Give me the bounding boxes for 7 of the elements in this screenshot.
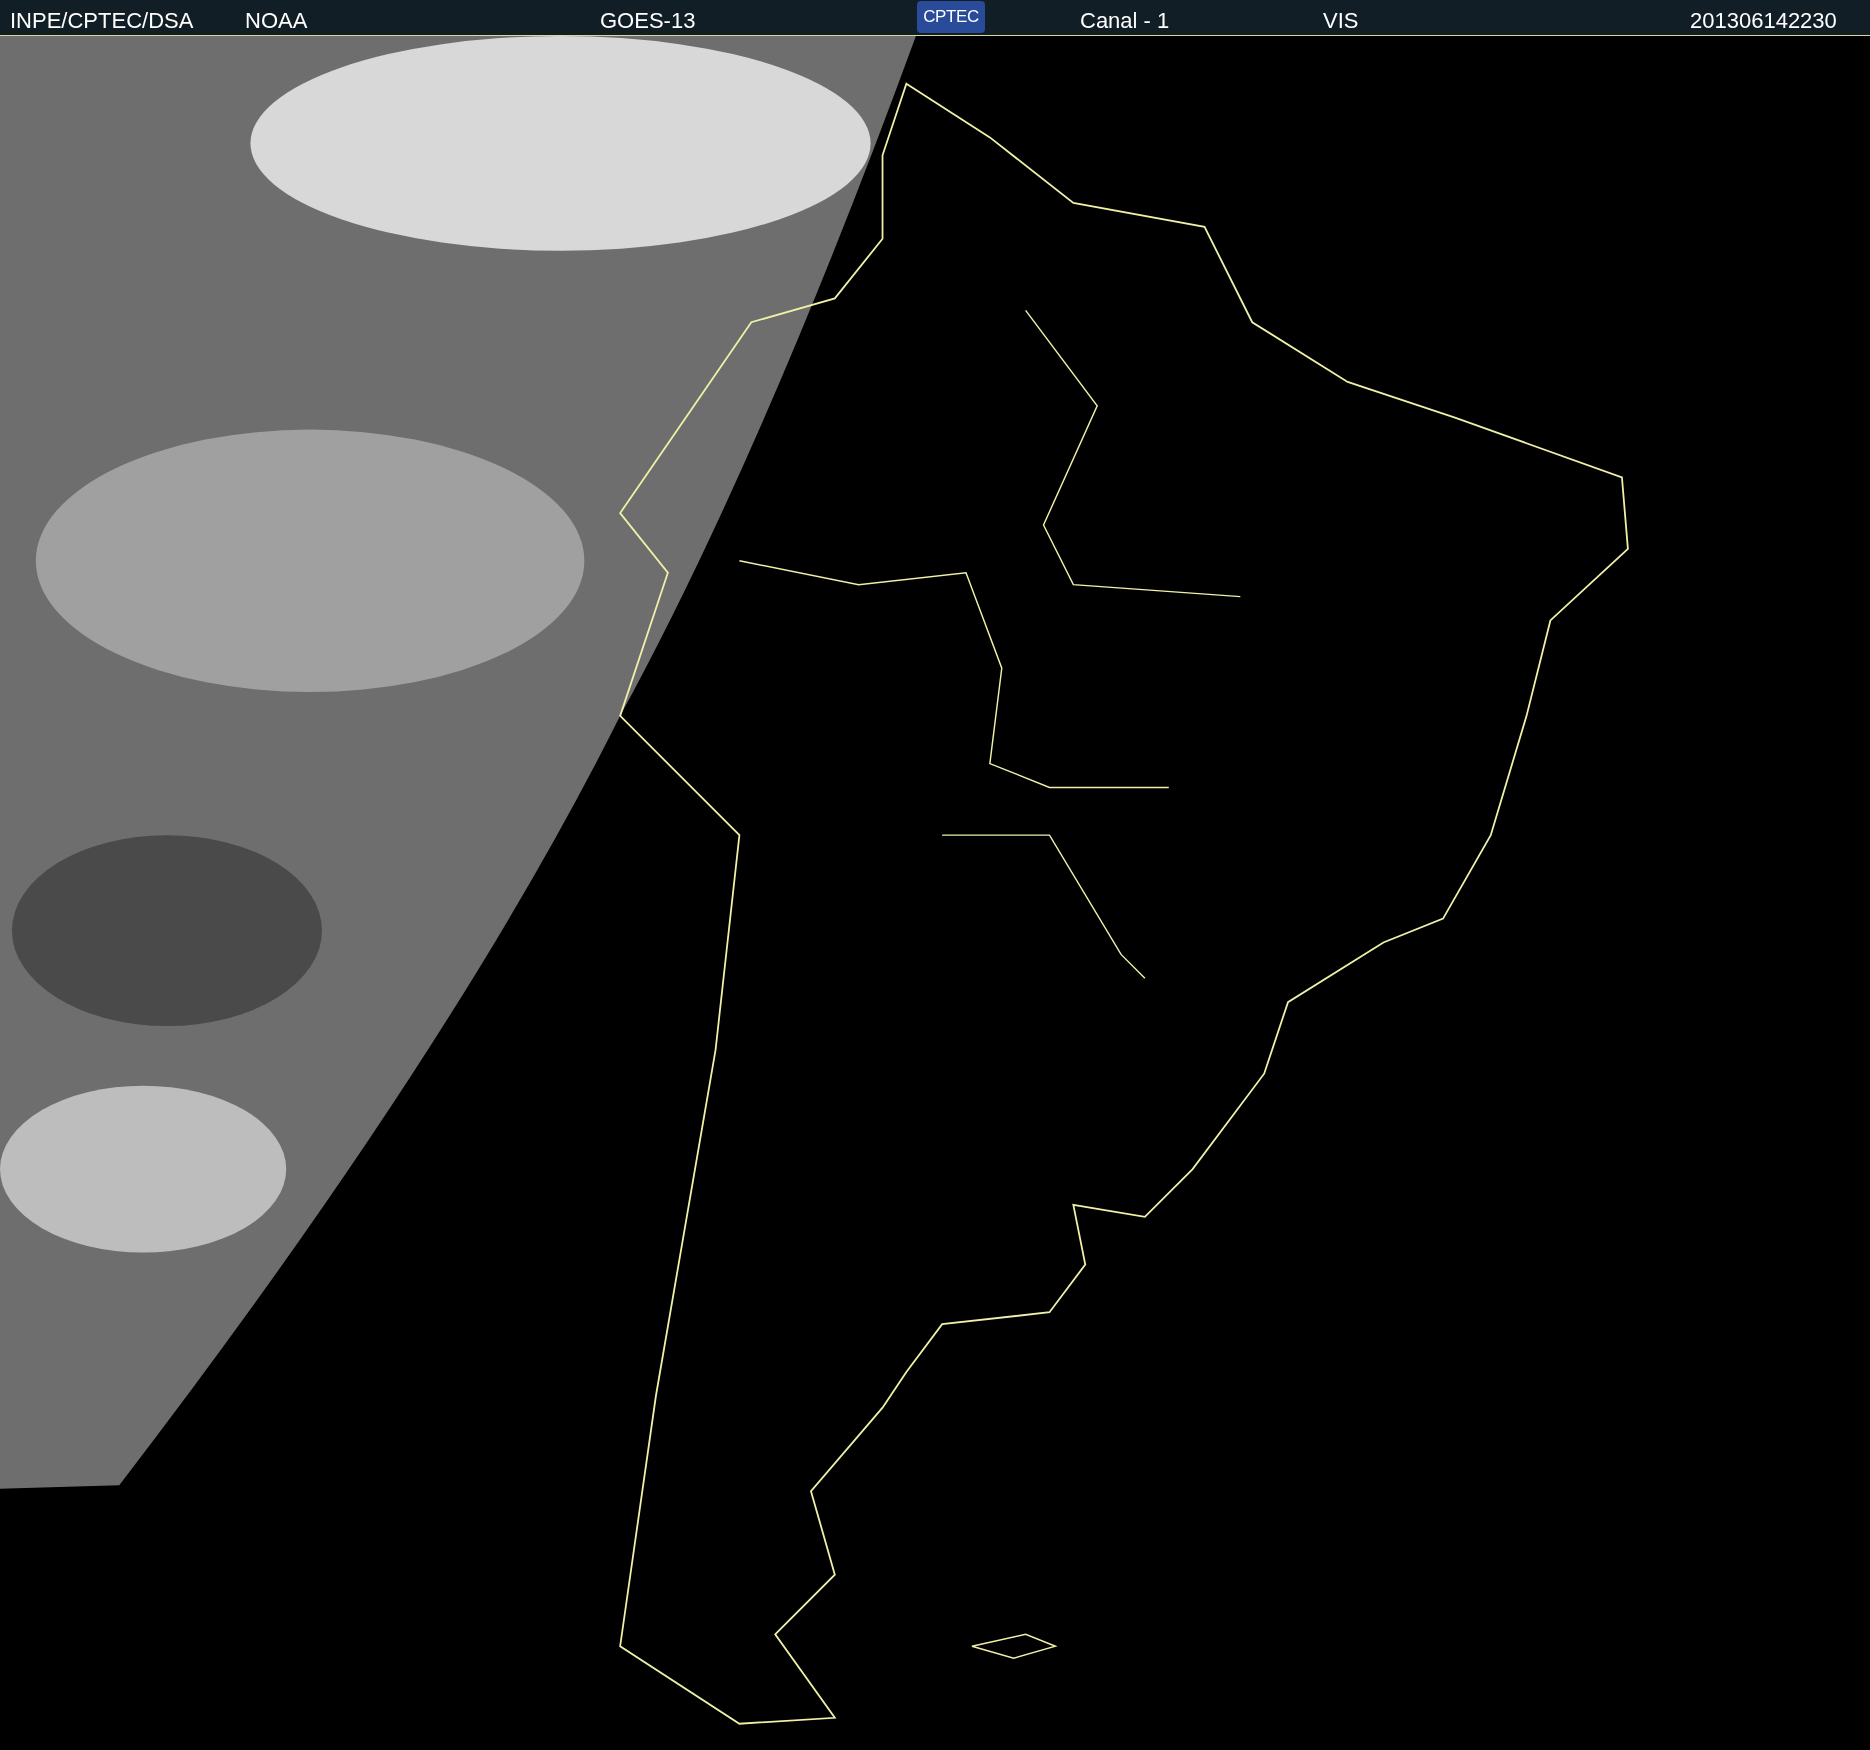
agency-label: INPE/CPTEC/DSA	[10, 7, 194, 35]
logo: CPTEC	[917, 1, 985, 33]
channel-label: Canal - 1	[1080, 7, 1170, 35]
timestamp-label: 201306142230	[1690, 7, 1837, 35]
agency-label: NOAA	[245, 7, 308, 35]
band-label: VIS	[1323, 7, 1359, 35]
satellite-label: GOES-13	[600, 7, 696, 35]
